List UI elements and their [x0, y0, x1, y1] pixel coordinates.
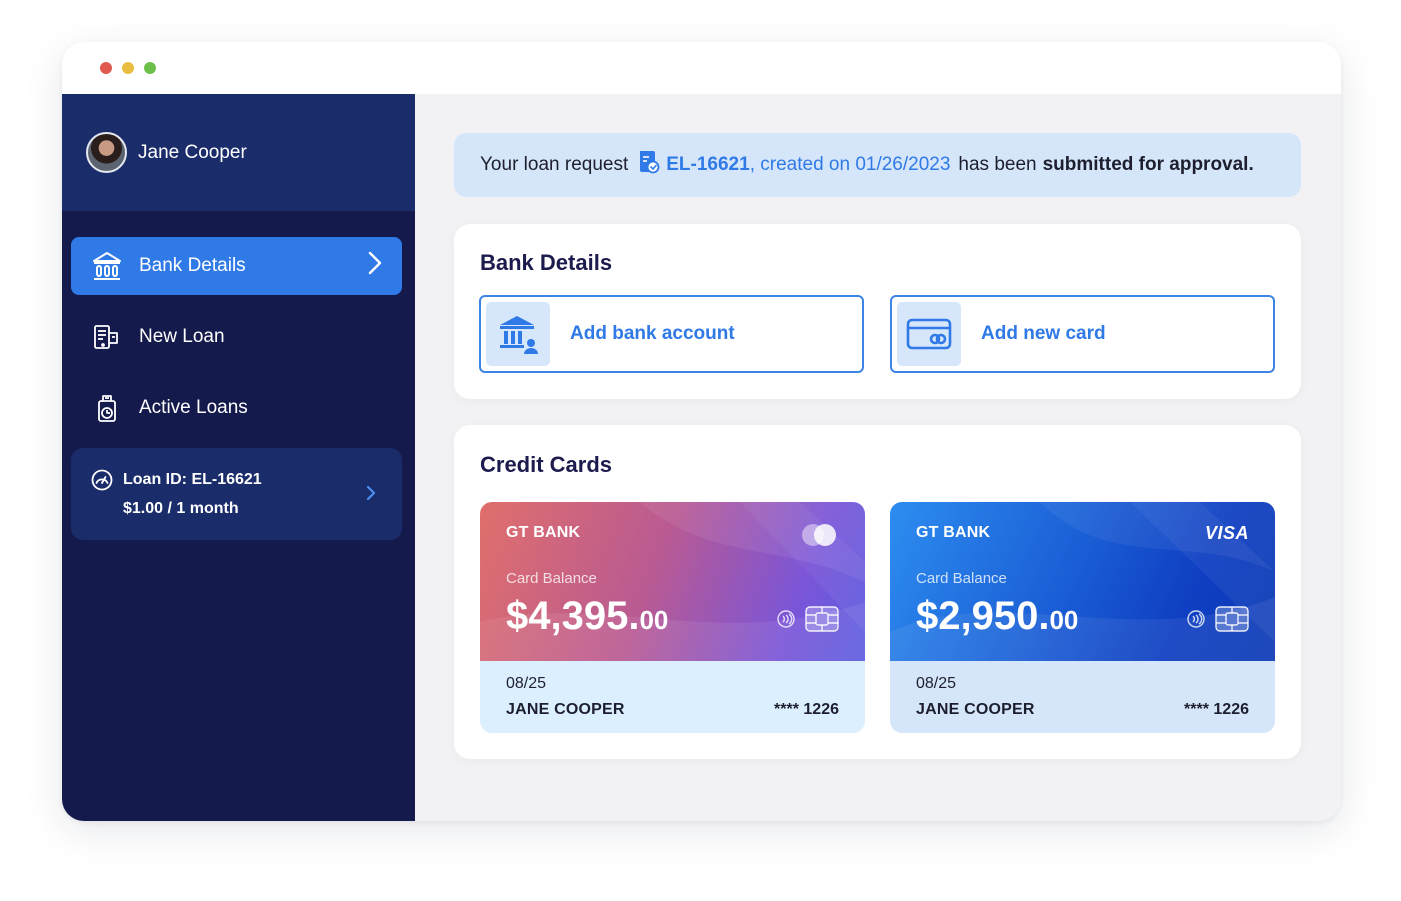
add-new-card-label: Add new card — [981, 323, 1106, 344]
avatar[interactable] — [86, 132, 127, 173]
card-balance-label: Card Balance — [506, 570, 597, 587]
chip-icon — [805, 606, 839, 637]
card-expiry: 08/25 — [506, 675, 547, 692]
card-footer: 08/25 JANE COOPER **** 1226 — [890, 661, 1275, 733]
contactless-icon — [777, 610, 795, 633]
sidebar-item-new-loan[interactable]: New Loan — [71, 308, 402, 366]
card-number: **** 1226 — [1184, 701, 1249, 718]
speedometer-icon — [91, 469, 113, 496]
app-window: Jane Cooper Bank Details New Loan Active… — [62, 42, 1341, 821]
credit-card[interactable]: GT BANK Card Balance $4,395.00 08/25 JAN… — [480, 502, 865, 733]
add-bank-account-button[interactable]: Add bank account — [479, 295, 864, 373]
maximize-window-button[interactable] — [144, 62, 156, 74]
sidebar-item-label: Bank Details — [139, 255, 246, 276]
sidebar-item-active-loans[interactable]: Active Loans — [71, 379, 402, 437]
sidebar-item-label: Active Loans — [139, 397, 248, 418]
card-balance-cents: 00 — [1049, 605, 1079, 635]
card-balance-main: $2,950. — [916, 594, 1050, 638]
credit-cards-title: Credit Cards — [480, 452, 613, 477]
card-bank-name: GT BANK — [506, 524, 581, 541]
chevron-right-icon — [368, 251, 382, 281]
card-expiry: 08/25 — [916, 675, 957, 692]
bank-icon — [91, 250, 123, 282]
card-balance: $4,395.00 — [506, 594, 668, 639]
status-text: submitted for approval. — [1042, 154, 1254, 175]
card-bank-name: GT BANK — [916, 524, 991, 541]
bank-account-icon — [486, 302, 550, 366]
add-new-card-button[interactable]: Add new card — [890, 295, 1275, 373]
chevron-right-icon — [366, 485, 376, 506]
card-holder: JANE COOPER — [506, 701, 625, 718]
profile-name: Jane Cooper — [138, 142, 247, 163]
loan-amount: $1.00 / 1 month — [123, 500, 239, 517]
card-balance-label: Card Balance — [916, 570, 1007, 587]
credit-cards-panel: Credit Cards GT BANK Card Balance $4,395… — [454, 425, 1301, 759]
contactless-icon — [1187, 610, 1205, 633]
loan-id: Loan ID: EL-16621 — [123, 471, 262, 488]
loan-reference-link[interactable]: EL-16621 — [666, 154, 749, 176]
card-balance: $2,950.00 — [916, 594, 1078, 639]
document-icon — [638, 150, 660, 180]
sidebar-item-label: New Loan — [139, 326, 225, 347]
loan-status-banner: Your loan request EL-16621 , created on … — [454, 133, 1301, 197]
chip-icon — [1215, 606, 1249, 637]
new-loan-icon — [91, 321, 123, 353]
card-holder: JANE COOPER — [916, 701, 1035, 718]
credit-card[interactable]: GT BANK VISA Card Balance $2,950.00 08/2… — [890, 502, 1275, 733]
bank-details-panel: Bank Details Add bank account Add new ca… — [454, 224, 1301, 399]
active-loan-card[interactable]: Loan ID: EL-16621 $1.00 / 1 month — [71, 448, 402, 540]
card-face: GT BANK VISA Card Balance $2,950.00 — [890, 502, 1275, 661]
card-balance-main: $4,395. — [506, 594, 640, 638]
card-number: **** 1226 — [774, 701, 839, 718]
profile-header: Jane Cooper — [62, 94, 415, 211]
created-date: , created on 01/26/2023 — [749, 154, 951, 175]
bank-details-title: Bank Details — [480, 250, 613, 275]
active-loans-icon — [91, 392, 123, 424]
card-face: GT BANK Card Balance $4,395.00 — [480, 502, 865, 661]
title-bar — [62, 42, 1341, 94]
credit-card-icon — [897, 302, 961, 366]
banner-middle: has been — [958, 154, 1037, 175]
minimize-window-button[interactable] — [122, 62, 134, 74]
add-bank-account-label: Add bank account — [570, 323, 735, 344]
sidebar-item-bank-details[interactable]: Bank Details — [71, 237, 402, 295]
card-balance-cents: 00 — [639, 605, 669, 635]
banner-prefix: Your loan request — [480, 154, 629, 175]
sidebar: Jane Cooper Bank Details New Loan Active… — [62, 94, 415, 821]
close-window-button[interactable] — [100, 62, 112, 74]
card-footer: 08/25 JANE COOPER **** 1226 — [480, 661, 865, 733]
visa-logo: VISA — [1204, 523, 1249, 543]
mastercard-logo-icon — [799, 523, 839, 552]
